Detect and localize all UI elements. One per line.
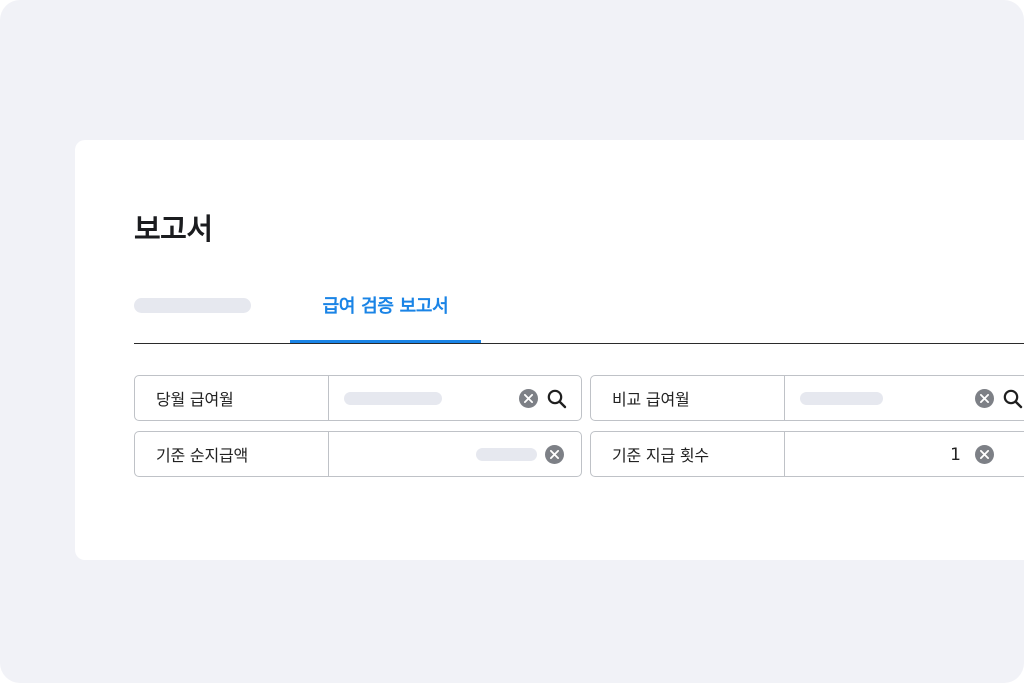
current-pay-month-field: 당월 급여월 <box>134 375 582 421</box>
compare-pay-month-input[interactable] <box>785 376 1024 420</box>
app-background: 보고서 급여 검증 보고서 당월 급여월 비교 급여월 기준 순지급액 기준 지… <box>0 0 1024 683</box>
base-net-pay-field: 기준 순지급액 <box>134 431 582 477</box>
clear-icon[interactable] <box>545 445 564 464</box>
field-label: 당월 급여월 <box>135 376 329 420</box>
compare-pay-month-field: 비교 급여월 <box>590 375 1024 421</box>
field-label: 기준 순지급액 <box>135 432 329 476</box>
value-placeholder <box>800 392 883 405</box>
base-payment-count-field: 기준 지급 횟수 1 <box>590 431 1024 477</box>
clear-icon[interactable] <box>519 389 538 408</box>
tab-bar: 급여 검증 보고서 <box>134 290 1024 345</box>
value-placeholder <box>476 448 537 461</box>
current-pay-month-input[interactable] <box>329 376 581 420</box>
report-card: 보고서 급여 검증 보고서 당월 급여월 비교 급여월 기준 순지급액 기준 지… <box>75 140 1024 560</box>
active-tab-indicator <box>290 340 481 343</box>
search-icon[interactable] <box>1002 388 1024 410</box>
base-payment-count-input[interactable]: 1 <box>785 432 1024 476</box>
value-placeholder <box>344 392 442 405</box>
tab-divider <box>134 343 1024 344</box>
tab-label: 급여 검증 보고서 <box>322 296 449 317</box>
payment-count-value: 1 <box>950 445 961 465</box>
clear-icon[interactable] <box>975 389 994 408</box>
page-title: 보고서 <box>134 212 213 246</box>
tab-payroll-verification-report[interactable]: 급여 검증 보고서 <box>290 290 481 345</box>
base-net-pay-input[interactable] <box>329 432 581 476</box>
field-label: 비교 급여월 <box>591 376 785 420</box>
tab-placeholder[interactable] <box>134 298 251 313</box>
clear-icon[interactable] <box>975 445 994 464</box>
field-label: 기준 지급 횟수 <box>591 432 785 476</box>
search-icon[interactable] <box>546 388 568 410</box>
